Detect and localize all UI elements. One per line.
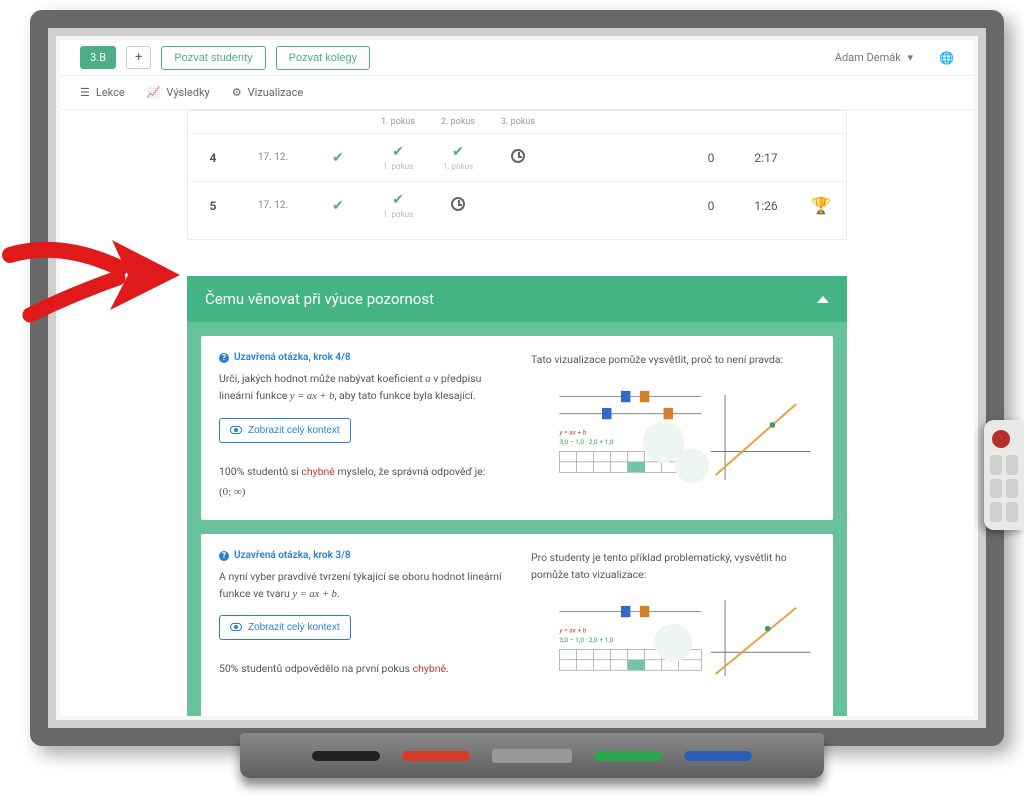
row-score: 0 bbox=[686, 189, 736, 223]
attention-body: ? Uzavřená otázka, krok 4/8 Urči, jakých… bbox=[187, 322, 847, 716]
smartboard-frame: 3.B + Pozvat studenty Pozvat kolegy Adam… bbox=[30, 10, 1004, 746]
sliders-icon: ⚙ bbox=[232, 86, 242, 99]
clock-icon bbox=[511, 149, 525, 163]
eye-icon bbox=[230, 426, 242, 434]
svg-text:y = ax + b: y = ax + b bbox=[558, 626, 586, 634]
wrong-answer: (0; ∞) bbox=[219, 486, 503, 498]
question-icon: ? bbox=[219, 551, 229, 561]
tab-visualization[interactable]: ⚙ Vizualizace bbox=[232, 86, 303, 99]
user-name: Adam Demák bbox=[835, 51, 901, 64]
row-date: 17. 12. bbox=[238, 190, 308, 221]
question-icon: ? bbox=[219, 353, 229, 363]
viz-thumbnail[interactable]: y = ax + b 3,0 − 1,0 · 2,0 + 1,0 bbox=[531, 382, 815, 502]
viz-intro-text: Pro studenty je tento příklad problemati… bbox=[531, 550, 815, 583]
viz-intro-text: Tato vizualizace pomůže vysvětlit, proč … bbox=[531, 352, 815, 368]
chart-icon: 📈 bbox=[147, 86, 161, 99]
row-number: 5 bbox=[188, 189, 238, 223]
language-globe-icon[interactable]: 🌐 bbox=[939, 51, 954, 65]
clock-icon bbox=[451, 197, 465, 211]
attempt-2-header: 2. pokus bbox=[428, 111, 488, 133]
smartboard-screen: 3.B + Pozvat studenty Pozvat kolegy Adam… bbox=[60, 40, 974, 716]
row-time: 2:17 bbox=[736, 141, 796, 175]
question-text: A nyní vyber pravdivé tvrzení týkající s… bbox=[219, 569, 503, 603]
tab-lessons[interactable]: ☰ Lekce bbox=[80, 86, 125, 99]
check-icon: ✔ bbox=[392, 192, 404, 208]
attention-header[interactable]: Čemu věnovat při výuce pozornost bbox=[187, 276, 847, 322]
attempt-sublabel: 1. pokus bbox=[368, 162, 428, 171]
add-class-button[interactable]: + bbox=[126, 46, 151, 69]
top-bar: 3.B + Pozvat studenty Pozvat kolegy Adam… bbox=[60, 40, 974, 76]
class-pill[interactable]: 3.B bbox=[80, 46, 116, 69]
svg-text:3,0 − 1,0 · 2,0 + 1,0: 3,0 − 1,0 · 2,0 + 1,0 bbox=[559, 636, 613, 644]
annotation-arrow bbox=[0, 220, 185, 330]
list-icon: ☰ bbox=[80, 86, 90, 99]
attempt-sublabel: 1. pokus bbox=[428, 162, 488, 171]
row-number: 4 bbox=[188, 141, 238, 175]
stats-text: 100% studentů si chybně myslelo, že sprá… bbox=[219, 465, 503, 478]
viz-thumbnail[interactable]: y = ax + b 3,0 − 1,0 · 2,0 + 1,0 bbox=[531, 597, 815, 716]
collapse-up-icon bbox=[817, 296, 829, 303]
invite-students-button[interactable]: Pozvat studenty bbox=[161, 46, 265, 70]
attention-title: Čemu věnovat při výuce pozornost bbox=[205, 290, 434, 308]
app-root: 3.B + Pozvat studenty Pozvat kolegy Adam… bbox=[60, 40, 974, 716]
smartboard-remote bbox=[984, 420, 1024, 530]
table-row[interactable]: 5 17. 12. ✔ ✔ 1. pokus 0 1:26 🏆 bbox=[188, 181, 846, 229]
attention-card: ? Uzavřená otázka, krok 3/8 A nyní vyber… bbox=[201, 534, 833, 716]
svg-text:3,0 − 1,0 · 2,0 + 1,0: 3,0 − 1,0 · 2,0 + 1,0 bbox=[559, 438, 613, 446]
tab-results-label: Výsledky bbox=[166, 86, 209, 99]
tab-visualization-label: Vizualizace bbox=[248, 86, 304, 99]
stats-text: 50% studentů odpovědělo na první pokus c… bbox=[219, 662, 503, 675]
eye-icon bbox=[230, 623, 242, 631]
row-time: 1:26 bbox=[736, 189, 796, 223]
check-icon: ✔ bbox=[332, 150, 344, 166]
check-icon: ✔ bbox=[332, 198, 344, 214]
show-context-button[interactable]: Zobrazit celý kontext bbox=[219, 615, 351, 640]
check-icon: ✔ bbox=[452, 144, 464, 160]
caret-down-icon: ▾ bbox=[908, 51, 914, 64]
invite-colleagues-button[interactable]: Pozvat kolegy bbox=[276, 46, 370, 70]
tabs-bar: ☰ Lekce 📈 Výsledky ⚙ Vizualizace bbox=[60, 76, 974, 110]
attempt-3-header: 3. pokus bbox=[488, 111, 548, 133]
question-text: Urči, jakých hodnot může nabývat koefici… bbox=[219, 371, 503, 406]
trophy-icon: 🏆 bbox=[811, 196, 831, 215]
content-area: 1. pokus 2. pokus 3. pokus 4 17. 12. bbox=[60, 110, 974, 716]
attempt-1-header: 1. pokus bbox=[368, 111, 428, 133]
user-menu[interactable]: Adam Demák ▾ bbox=[835, 51, 913, 64]
table-row[interactable]: 4 17. 12. ✔ ✔ 1. pokus ✔ 1. pokus 0 2:17 bbox=[188, 133, 846, 181]
check-icon: ✔ bbox=[392, 144, 404, 160]
results-header-row: 1. pokus 2. pokus 3. pokus bbox=[188, 111, 846, 133]
results-table: 1. pokus 2. pokus 3. pokus 4 17. 12. bbox=[187, 110, 847, 240]
row-score: 0 bbox=[686, 141, 736, 175]
row-date: 17. 12. bbox=[238, 142, 308, 173]
svg-text:y = ax + b: y = ax + b bbox=[558, 429, 586, 437]
smartboard-pen-tray bbox=[240, 733, 824, 778]
attention-panel: Čemu věnovat při výuce pozornost ? Uzavř… bbox=[187, 276, 847, 716]
show-context-button[interactable]: Zobrazit celý kontext bbox=[219, 418, 351, 443]
question-label: ? Uzavřená otázka, krok 3/8 bbox=[219, 550, 503, 561]
question-label: ? Uzavřená otázka, krok 4/8 bbox=[219, 352, 503, 363]
attempt-sublabel: 1. pokus bbox=[368, 210, 428, 219]
attention-card: ? Uzavřená otázka, krok 4/8 Urči, jakých… bbox=[201, 336, 833, 520]
tab-results[interactable]: 📈 Výsledky bbox=[147, 86, 210, 99]
tab-lessons-label: Lekce bbox=[96, 86, 125, 99]
